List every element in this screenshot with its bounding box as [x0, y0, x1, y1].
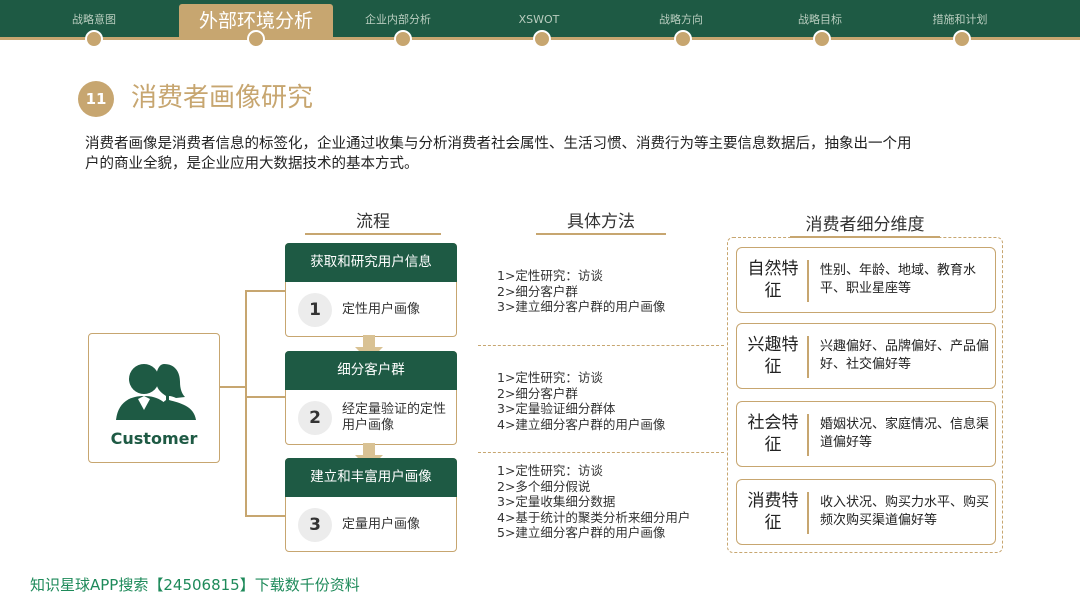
dashed-separator: [478, 452, 724, 453]
method-item: 3>定量验证细分群体: [497, 401, 616, 416]
dimension-card-natural: 自然特征 性别、年龄、地域、教育水平、职业星座等: [736, 247, 996, 313]
method-item: 2>细分客户群: [497, 385, 578, 401]
method-item: 5>建立细分客户群的用户画像: [497, 525, 666, 540]
nav-dot: [674, 30, 692, 48]
dimension-divider: [807, 492, 809, 534]
flow-step-text: 经定量验证的定性用户画像: [342, 402, 447, 433]
dimension-label: 自然特征: [747, 259, 799, 301]
method-item: 4>基于统计的聚类分析来细分用户: [497, 509, 691, 525]
column-header-flow: 流程: [356, 212, 390, 232]
connector-line: [245, 396, 285, 398]
dimension-text: 婚姻状况、家庭情况、信息渠道偏好等: [820, 417, 990, 450]
dimension-card-consumption: 消费特征 收入状况、购买力水平、购买频次购买渠道偏好等: [736, 479, 996, 545]
flow-step-number: 3: [298, 508, 332, 542]
connector-line: [245, 515, 285, 517]
flow-step-header: 细分客户群: [285, 351, 457, 390]
flow-step-2: 细分客户群 2 经定量验证的定性用户画像: [285, 351, 457, 445]
method-item: 3>建立细分客户群的用户画像: [497, 299, 666, 314]
method-item: 1>定性研究：访谈: [497, 463, 603, 478]
top-navigation: 战略意图 企业内部分析 XSWOT 战略方向 战略目标 措施和计划 外部环境分析: [0, 0, 1080, 52]
column-underline: [536, 233, 666, 235]
methods-list-3: 1>定性研究：访谈 2>多个细分假说 3>定量收集细分数据 4>基于统计的聚类分…: [497, 463, 690, 541]
footer-watermark: 知识星球APP搜索【24506815】下载数千份资料: [30, 576, 360, 594]
dimension-text: 收入状况、购买力水平、购买频次购买渠道偏好等: [820, 495, 990, 528]
dimension-divider: [807, 260, 809, 302]
page-title: 消费者画像研究: [131, 83, 314, 113]
flow-step-1: 获取和研究用户信息 1 定性用户画像: [285, 243, 457, 337]
dimension-divider: [807, 336, 809, 378]
flow-step-number: 1: [298, 293, 332, 327]
dimension-label: 消费特征: [747, 491, 799, 533]
dashed-separator: [478, 345, 724, 346]
users-icon: [116, 364, 196, 420]
dimension-text: 兴趣偏好、品牌偏好、产品偏好、社交偏好等: [820, 339, 990, 372]
flow-step-text: 定量用户画像: [342, 517, 421, 532]
nav-dot-active: [247, 30, 265, 48]
methods-list-2: 1>定性研究：访谈 2>细分客户群 3>定量验证细分群体 4>建立细分客户群的用…: [497, 370, 665, 432]
flow-step-text: 定性用户画像: [342, 302, 421, 317]
nav-dot: [394, 30, 412, 48]
method-item: 4>建立细分客户群的用户画像: [497, 416, 666, 432]
connector-line: [245, 290, 285, 292]
dimension-text: 性别、年龄、地域、教育水平、职业星座等: [820, 263, 977, 296]
nav-dot: [953, 30, 971, 48]
customer-label: Customer: [110, 429, 198, 448]
connector-line: [245, 290, 247, 516]
method-item: 2>细分客户群: [497, 283, 578, 299]
dimension-divider: [807, 414, 809, 456]
method-item: 1>定性研究：访谈: [497, 268, 603, 283]
intro-paragraph: 消费者画像是消费者信息的标签化，企业通过收集与分析消费者社会属性、生活习惯、消费…: [85, 136, 912, 172]
method-item: 1>定性研究：访谈: [497, 370, 603, 385]
method-item: 2>多个细分假说: [497, 478, 591, 494]
flow-step-header: 获取和研究用户信息: [285, 243, 457, 282]
connector-line: [220, 386, 246, 388]
flow-step-header: 建立和丰富用户画像: [285, 458, 457, 497]
nav-dot: [813, 30, 831, 48]
column-header-methods: 具体方法: [567, 212, 635, 232]
dimension-card-social: 社会特征 婚姻状况、家庭情况、信息渠道偏好等: [736, 401, 996, 467]
dimension-card-interest: 兴趣特征 兴趣偏好、品牌偏好、产品偏好、社交偏好等: [736, 323, 996, 389]
column-header-dimensions: 消费者细分维度: [805, 215, 925, 235]
nav-dot: [85, 30, 103, 48]
methods-list-1: 1>定性研究：访谈 2>细分客户群 3>建立细分客户群的用户画像: [497, 268, 665, 315]
column-underline: [305, 233, 441, 235]
dimension-label: 社会特征: [747, 413, 799, 455]
flow-step-number: 2: [298, 401, 332, 435]
nav-dot: [533, 30, 551, 48]
flow-step-3: 建立和丰富用户画像 3 定量用户画像: [285, 458, 457, 552]
section-number-badge: 11: [78, 81, 114, 117]
method-item: 3>定量收集细分数据: [497, 494, 616, 509]
dimension-label: 兴趣特征: [747, 335, 799, 377]
customer-box: Customer: [88, 333, 220, 463]
